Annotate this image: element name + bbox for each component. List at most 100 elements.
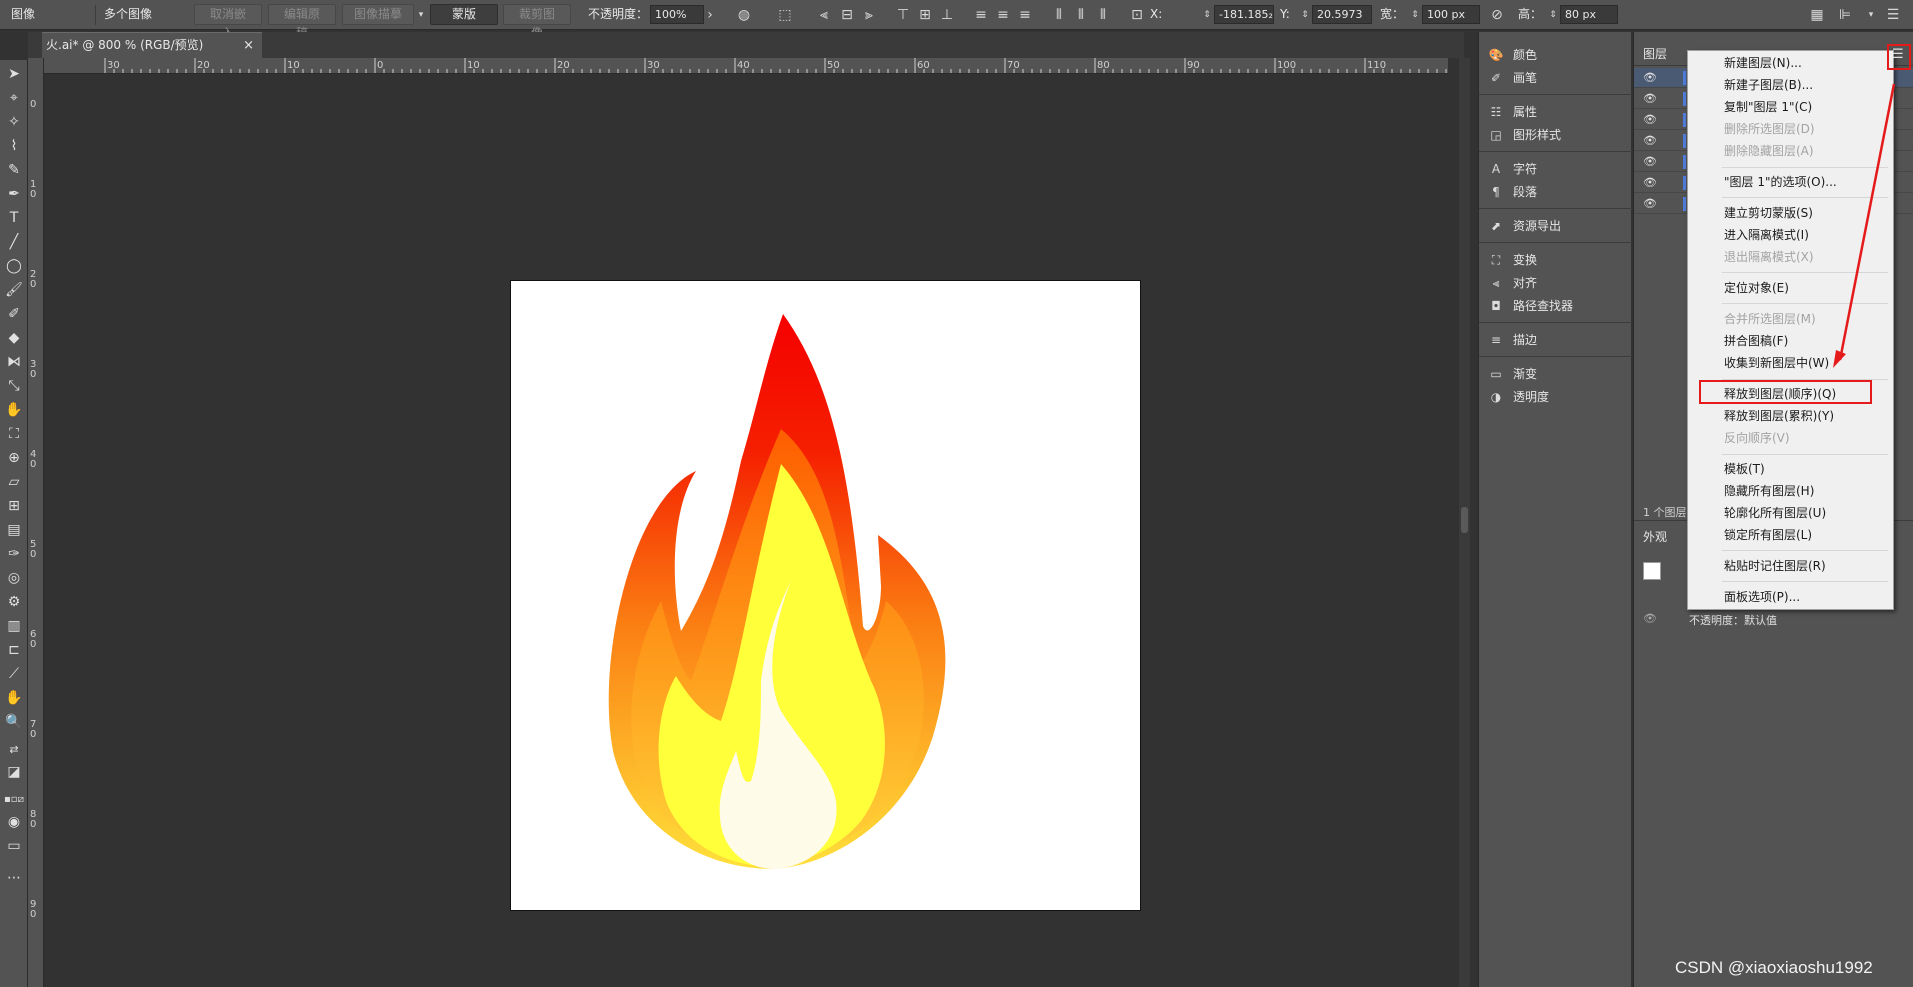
visibility-eye-icon[interactable]: 👁	[1643, 612, 1657, 625]
align-bottom-icon[interactable]: ⊥	[938, 6, 956, 24]
type-tool-icon[interactable]: T	[4, 208, 24, 228]
mesh-tool-icon[interactable]: ⊞	[4, 496, 24, 516]
dock-item-graphic-styles[interactable]: ◲ 图形样式	[1487, 124, 1561, 146]
appearance-panel-title[interactable]: 外观	[1643, 528, 1667, 545]
menu-item-panel-options[interactable]: 面板选项(P)...	[1724, 587, 1800, 607]
column-graph-icon[interactable]: ▥	[4, 616, 24, 636]
dock-item-pathfinder[interactable]: ◘ 路径查找器	[1487, 295, 1573, 317]
canvas[interactable]	[44, 75, 1446, 987]
dock-item-color[interactable]: 🎨 颜色	[1487, 44, 1538, 66]
slice-tool-icon[interactable]: ⟋	[4, 664, 24, 684]
line-tool-icon[interactable]: ╱	[4, 232, 24, 252]
symbol-sprayer-icon[interactable]: ⚙	[4, 592, 24, 612]
visibility-eye-icon[interactable]: 👁	[1643, 68, 1657, 88]
dock-item-character[interactable]: A 字符	[1487, 158, 1537, 180]
image-trace-button[interactable]: 图像描摹	[342, 4, 414, 25]
link-icon[interactable]: ⊘	[1488, 6, 1506, 24]
layers-panel-title[interactable]: 图层	[1643, 45, 1667, 62]
visibility-eye-icon[interactable]: 👁	[1643, 152, 1657, 172]
lasso-icon[interactable]: ⌇	[4, 136, 24, 156]
unembed-button[interactable]: 取消嵌入	[194, 4, 262, 40]
visibility-eye-icon[interactable]: 👁	[1643, 131, 1657, 151]
artboard[interactable]	[510, 280, 1141, 911]
artboard-tool-icon[interactable]: ⊏	[4, 640, 24, 660]
drawing-mode-icon[interactable]: ◉	[4, 812, 24, 832]
menu-icon[interactable]: ☰	[1884, 6, 1902, 24]
document-tab[interactable]: 火.ai* @ 800 % (RGB/预览) ×	[42, 32, 262, 58]
appearance-opacity[interactable]: 不透明度：默认值	[1689, 612, 1777, 628]
menu-item-hide-all[interactable]: 隐藏所有图层(H)	[1724, 481, 1814, 501]
screen-mode-icon[interactable]: ▭	[4, 836, 24, 856]
menu-item-enter-isolation[interactable]: 进入隔离模式(I)	[1724, 225, 1809, 245]
ellipse-tool-icon[interactable]: ◯	[4, 256, 24, 276]
menu-item-template[interactable]: 模板(T)	[1724, 459, 1765, 479]
recolor-icon[interactable]: ◍	[735, 6, 753, 24]
edit-original-button[interactable]: 编辑原稿	[268, 4, 336, 40]
close-icon[interactable]: ×	[243, 33, 254, 58]
dock-item-paragraph[interactable]: ¶ 段落	[1487, 181, 1537, 203]
fill-stroke-icon[interactable]: ◪	[4, 762, 24, 782]
menu-item-outline-all[interactable]: 轮廓化所有图层(U)	[1724, 503, 1826, 523]
workspace-icon[interactable]: ⊫	[1836, 6, 1854, 24]
visibility-eye-icon[interactable]: 👁	[1643, 173, 1657, 193]
more-tools-icon[interactable]: ⋯	[4, 868, 24, 888]
menu-item-paste-remembers[interactable]: 粘贴时记住图层(R)	[1724, 556, 1826, 576]
mask-button[interactable]: 蒙版	[430, 4, 498, 25]
chevron-down-icon[interactable]: ▾	[412, 6, 430, 24]
align-vcenter-icon[interactable]: ⊞	[916, 6, 934, 24]
menu-item-locate-object[interactable]: 定位对象(E)	[1724, 278, 1789, 298]
opacity-input[interactable]: 100%	[650, 5, 704, 24]
dock-item-transform[interactable]: ⛶ 变换	[1487, 249, 1537, 271]
selection-tool-icon[interactable]: ➤	[4, 64, 24, 84]
pen-tool-icon[interactable]: ✒	[4, 184, 24, 204]
gradient-tool-icon[interactable]: ▤	[4, 520, 24, 540]
align-left-icon[interactable]: ⫷	[815, 6, 833, 24]
swap-colors-icon[interactable]: ⇄	[4, 740, 24, 760]
menu-item-new-layer[interactable]: 新建图层(N)...	[1724, 53, 1802, 73]
align-hcenter-icon[interactable]: ⊟	[838, 6, 856, 24]
dock-item-gradient[interactable]: ▭ 渐变	[1487, 363, 1537, 385]
dock-item-brushes[interactable]: ✐ 画笔	[1487, 67, 1537, 89]
y-input[interactable]: 20.5973	[1312, 5, 1372, 24]
transform-ref-icon[interactable]: ⊡	[1128, 6, 1146, 24]
dock-item-properties[interactable]: ☷ 属性	[1487, 101, 1537, 123]
magic-wand-icon[interactable]: ✧	[4, 112, 24, 132]
select-similar-icon[interactable]: ⬚	[776, 6, 794, 24]
fill-swatch[interactable]	[1643, 562, 1661, 580]
menu-item-release-build[interactable]: 释放到图层(累积)(Y)	[1724, 406, 1834, 426]
panel-menu-icon[interactable]: ☰	[1892, 47, 1904, 62]
visibility-eye-icon[interactable]: 👁	[1643, 89, 1657, 109]
reflect-tool-icon[interactable]: ⧑	[4, 352, 24, 372]
visibility-eye-icon[interactable]: 👁	[1643, 110, 1657, 130]
hand-tool-icon[interactable]: ✋	[4, 688, 24, 708]
menu-item-duplicate-layer[interactable]: 复制"图层 1"(C)	[1724, 97, 1812, 117]
menu-item-new-sublayer[interactable]: 新建子图层(B)...	[1724, 75, 1813, 95]
distribute-hcenter-icon[interactable]: ⦀	[1072, 6, 1090, 24]
align-right-icon[interactable]: ⫸	[860, 6, 878, 24]
distribute-vcenter-icon[interactable]: ≡	[994, 6, 1012, 24]
chevron-right-icon[interactable]: ›	[701, 6, 719, 24]
menu-item-lock-all[interactable]: 锁定所有图层(L)	[1724, 525, 1812, 545]
flame-artwork[interactable]	[511, 281, 1140, 910]
height-input[interactable]: 80 px	[1560, 5, 1618, 24]
puppet-warp-icon[interactable]: ✋	[4, 400, 24, 420]
align-top-icon[interactable]: ⊤	[894, 6, 912, 24]
vertical-scrollbar[interactable]	[1459, 58, 1470, 987]
shape-builder-icon[interactable]: ⊕	[4, 448, 24, 468]
crop-image-button[interactable]: 裁剪图像	[503, 4, 571, 40]
menu-item-collect-new-layer[interactable]: 收集到新图层中(W)	[1724, 353, 1829, 373]
arrange-icon[interactable]: ▦	[1808, 6, 1826, 24]
dock-item-align[interactable]: ⫷ 对齐	[1487, 272, 1537, 294]
distribute-bottom-icon[interactable]: ≡	[1016, 6, 1034, 24]
x-input[interactable]: -181.185₂	[1214, 5, 1274, 24]
zoom-tool-icon[interactable]: 🔍	[4, 712, 24, 732]
paintbrush-icon[interactable]: 🖌	[4, 280, 24, 300]
scale-tool-icon[interactable]: ⤡	[4, 376, 24, 396]
dock-item-stroke[interactable]: ≡ 描边	[1487, 329, 1537, 351]
chevron-down-icon[interactable]: ▾	[1862, 6, 1880, 24]
dock-item-transparency[interactable]: ◑ 透明度	[1487, 386, 1549, 408]
eraser-icon[interactable]: ◆	[4, 328, 24, 348]
distribute-top-icon[interactable]: ≡	[972, 6, 990, 24]
distribute-right-icon[interactable]: ⦀	[1094, 6, 1112, 24]
eyedropper-icon[interactable]: ✑	[4, 544, 24, 564]
